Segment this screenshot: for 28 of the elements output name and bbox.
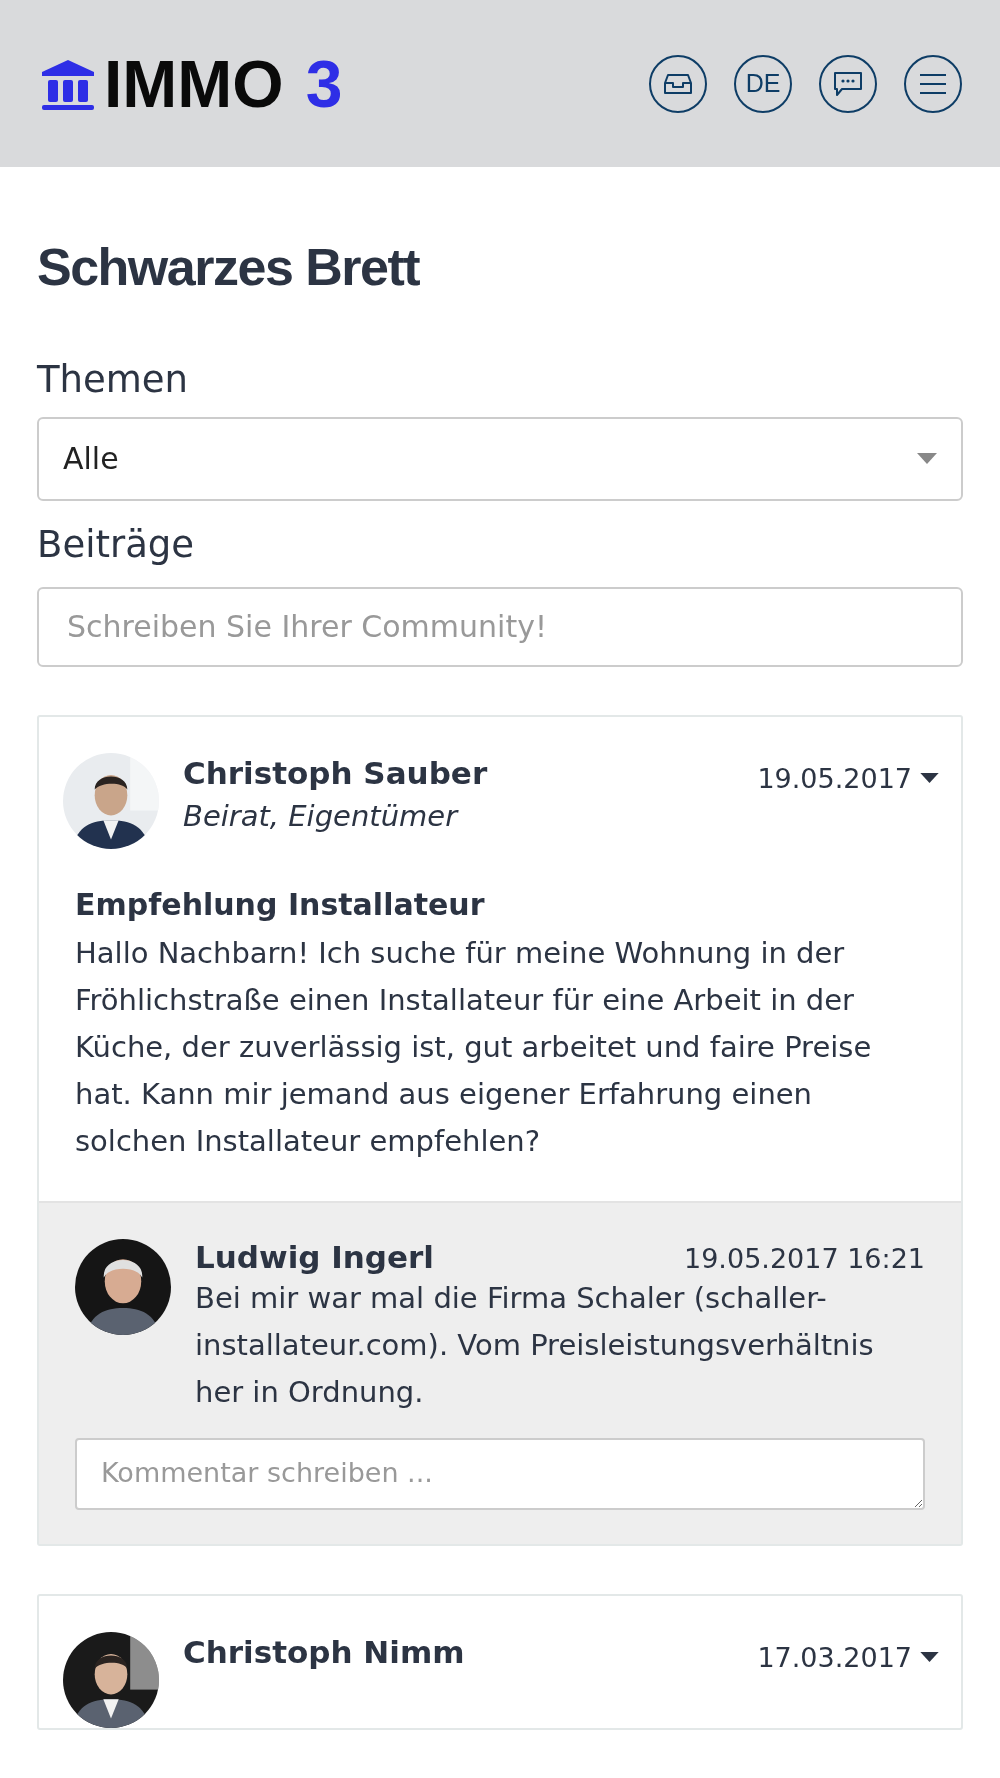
comment-time: 19.05.2017 16:21 (684, 1242, 925, 1274)
tray-icon (663, 72, 693, 95)
post-text: Hallo Nachbarn! Ich suche für meine Wohnung in der Fröhlichstraße einen Installateur für eine Arbeit in der Küche, der zuverlässig ist, gut arbeitet und faire Preise hat. Kann mir jemand aus eigener Erfahrung einen solchen Installateur empfehlen? (75, 934, 873, 1160)
comment-input-field[interactable]: Kommentar schreiben ... (75, 1437, 925, 1510)
comment-text: Bei mir war mal die Firma Schaler (schaller-installateur.com). Vom Preisleistungsverhältnis her in Ordnung. (195, 1279, 875, 1411)
logo-number: 3 (305, 50, 343, 117)
inbox-button[interactable] (649, 54, 707, 113)
chat-bubble-icon (833, 70, 863, 97)
logo-text: IMMO (104, 50, 284, 117)
field-label: Themen (37, 358, 189, 403)
menu-icon (919, 72, 947, 95)
dropdown-caret-icon (917, 452, 937, 465)
topic-select[interactable]: Alle (37, 416, 963, 501)
caret-icon[interactable] (920, 1651, 939, 1663)
post-date: 19.05.2017 (757, 762, 912, 794)
post-date: 17.03.2017 (757, 1641, 912, 1673)
post-input-field[interactable]: Schreiben Sie Ihrer Community! (37, 586, 963, 667)
menu-button[interactable] (904, 54, 962, 113)
language-button[interactable]: DE (734, 54, 792, 113)
field-label: Beiträge (37, 522, 195, 567)
page-title: Schwarzes Brett (37, 239, 420, 297)
post-title: Empfehlung Installateur (75, 886, 485, 922)
chat-button[interactable] (819, 54, 877, 113)
caret-icon[interactable] (920, 772, 939, 784)
commenter-name: Ludwig Ingerl (195, 1238, 434, 1275)
author-roles: Beirat, Eigentümer (183, 798, 458, 833)
author-name: Christoph Sauber (183, 754, 488, 791)
author-name: Christoph Nimm (183, 1633, 465, 1670)
